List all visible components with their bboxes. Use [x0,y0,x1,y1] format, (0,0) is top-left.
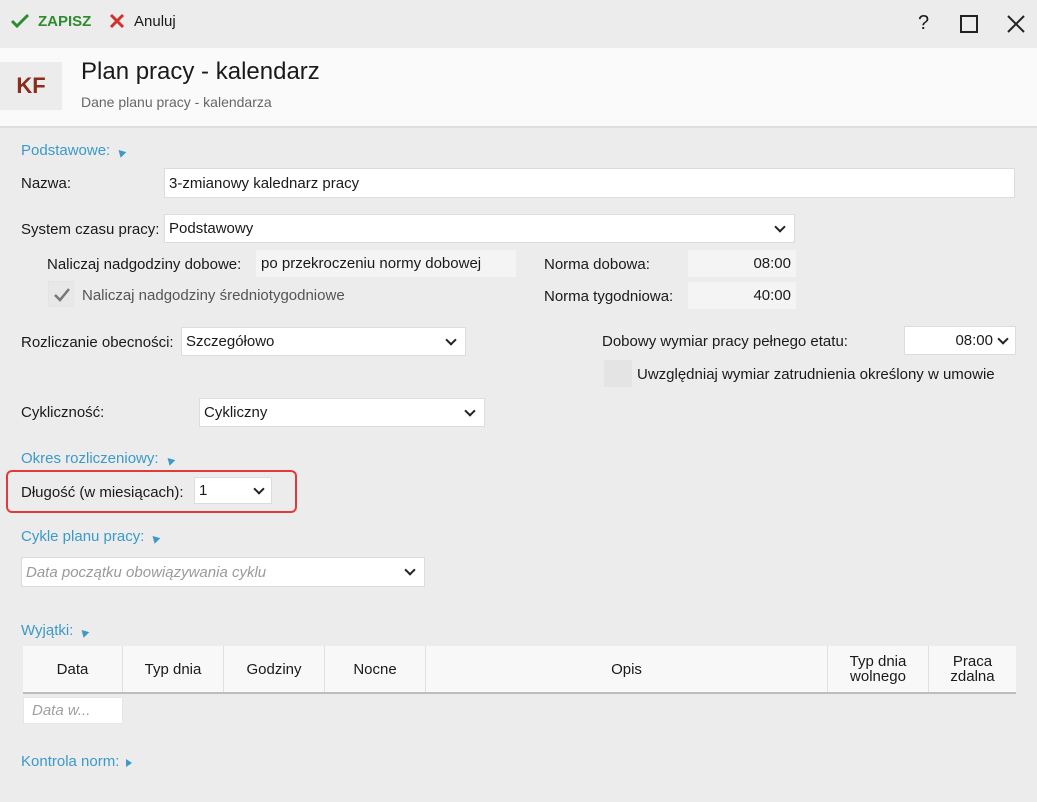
checkmark-icon [10,13,30,29]
cycle-date-select[interactable]: Data początku obowiązywania cyklu [21,557,425,587]
section-norms-label: Kontrola norm: [21,753,120,770]
norm-daily-field: 08:00 [688,250,796,277]
cyclic-label: Cykliczność: [21,404,105,421]
chevron-down-icon [253,482,265,495]
column-header[interactable]: Typ dnia [123,646,224,692]
contract-checkbox[interactable] [604,360,632,387]
section-cycles-toggle[interactable]: Cykle planu pracy: [21,528,161,545]
fulltime-select[interactable]: 08:00 [904,326,1016,355]
system-select[interactable]: Podstawowy [164,214,795,243]
page-header: KF Plan pracy - kalendarz Dane planu pra… [0,48,1037,128]
cancel-button[interactable]: Anuluj [108,12,176,30]
name-label: Nazwa: [21,175,72,192]
cancel-label: Anuluj [134,12,176,30]
cycle-date-placeholder: Data początku obowiązywania cyklu [26,563,267,581]
weekly-overtime-label: Naliczaj nadgodziny średniotygodniowe [82,287,345,304]
maximize-icon [960,15,978,33]
chevron-down-icon [445,333,457,346]
overtime-value: po przekroczeniu normy dobowej [261,255,482,272]
column-header[interactable]: Godziny [224,646,325,692]
length-value: 1 [199,482,208,499]
collapse-arrow-icon [115,147,127,158]
section-settlement-label: Okres rozliczeniowy: [21,450,159,467]
chevron-down-icon [404,564,416,576]
close-icon [1007,15,1025,33]
expand-arrow-icon [126,759,133,767]
overtime-label: Naliczaj nadgodziny dobowe: [47,256,242,273]
norm-weekly-label: Norma tygodniowa: [544,288,674,305]
collapse-arrow-icon [79,627,90,638]
chevron-down-icon [464,404,476,417]
name-input[interactable]: 3-zmianowy kalednarz pracy [164,168,1015,198]
system-label: System czasu pracy: [21,221,160,238]
chevron-down-icon [997,332,1009,345]
module-badge: KF [0,62,62,110]
save-button[interactable]: ZAPISZ [10,12,91,30]
section-basic-toggle[interactable]: Podstawowe: [21,142,127,159]
name-value: 3-zmianowy kalednarz pracy [169,174,360,192]
section-settlement-toggle[interactable]: Okres rozliczeniowy: [21,450,175,467]
collapse-arrow-icon [150,533,161,544]
help-icon: ? [918,12,930,34]
attendance-value: Szczegółowo [186,333,275,350]
toolbar: ZAPISZ Anuluj ? [0,0,1037,48]
fulltime-label: Dobowy wymiar pracy pełnego etatu: [602,333,848,350]
weekly-overtime-checkbox[interactable] [48,281,74,307]
section-norms-toggle[interactable]: Kontrola norm: [21,753,133,770]
contract-label: Uwzględniaj wymiar zatrudnienia określon… [637,366,995,383]
column-header[interactable]: Typ dnia wolnego [828,646,929,692]
norm-weekly-value: 40:00 [753,287,791,304]
fulltime-value: 08:00 [955,332,993,349]
column-header[interactable]: Nocne [325,646,426,692]
column-header[interactable]: Opis [426,646,828,692]
help-button[interactable]: ? [918,12,929,35]
system-value: Podstawowy [169,220,254,237]
attendance-select[interactable]: Szczegółowo [181,327,466,356]
exceptions-grid-header: Data Typ dnia Godziny Nocne Opis Typ dni… [23,646,1016,694]
length-select[interactable]: 1 [194,477,272,504]
save-label: ZAPISZ [38,12,92,30]
length-label: Długość (w miesiącach): [21,484,184,501]
section-cycles-label: Cykle planu pracy: [21,528,145,545]
column-header[interactable]: Data [23,646,123,692]
section-basic-label: Podstawowe: [21,142,111,159]
section-exceptions-toggle[interactable]: Wyjątki: [21,622,90,639]
column-header[interactable]: Praca zdalna [929,646,1016,692]
checkmark-icon [54,288,70,302]
close-x-icon [109,13,125,29]
chevron-down-icon [774,220,786,233]
page-subtitle: Dane planu pracy - kalendarza [81,94,272,110]
date-filter-input[interactable]: Data w... [23,697,123,724]
maximize-button[interactable] [959,14,979,38]
collapse-arrow-icon [164,455,175,466]
overtime-value-field: po przekroczeniu normy dobowej [256,250,516,277]
section-exceptions-label: Wyjątki: [21,622,74,639]
norm-daily-label: Norma dobowa: [544,256,650,273]
norm-weekly-field: 40:00 [688,282,796,309]
page-title: Plan pracy - kalendarz [81,58,320,85]
cyclic-value: Cykliczny [204,404,268,421]
cyclic-select[interactable]: Cykliczny [199,398,485,427]
close-window-button[interactable] [1006,14,1026,38]
norm-daily-value: 08:00 [753,255,791,272]
attendance-label: Rozliczanie obecności: [21,334,174,351]
